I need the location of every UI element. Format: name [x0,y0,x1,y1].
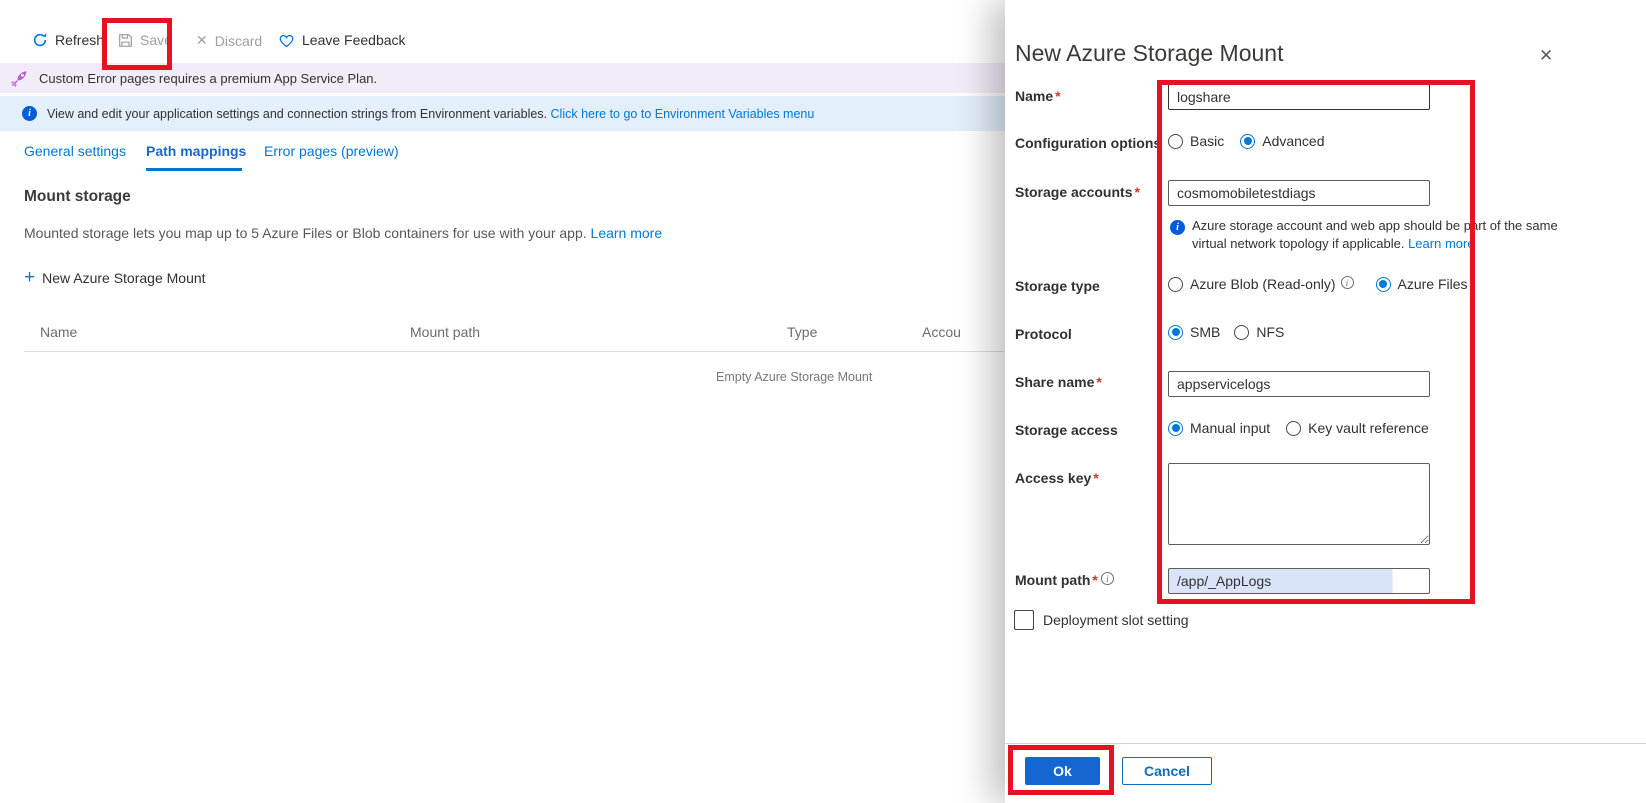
leave-feedback-label: Leave Feedback [302,32,406,48]
azure-blob-info-icon[interactable] [1341,276,1354,289]
configuration-options-label: Configuration options [1015,135,1161,151]
heart-icon [278,33,295,48]
protocol-group: SMB NFS [1168,324,1284,340]
radio-advanced[interactable]: Advanced [1240,133,1324,149]
radio-azure-files[interactable]: Azure Files [1376,276,1468,292]
radio-manual-input[interactable]: Manual input [1168,420,1270,436]
mount-storage-description-text: Mounted storage lets you map up to 5 Azu… [24,225,587,241]
rocket-icon [10,69,29,88]
radio-key-vault-icon [1286,421,1301,436]
discard-icon [196,32,208,49]
new-storage-mount-panel: New Azure Storage Mount Name Configurati… [1005,0,1646,803]
discard-button[interactable]: Discard [196,32,262,49]
radio-azure-files-label: Azure Files [1398,276,1468,292]
refresh-button[interactable]: Refresh [32,32,104,48]
info-icon [22,106,37,121]
cancel-button[interactable]: Cancel [1122,757,1212,785]
radio-nfs-label: NFS [1256,324,1284,340]
premium-banner-text: Custom Error pages requires a premium Ap… [39,71,377,86]
refresh-icon [32,32,48,48]
radio-smb[interactable]: SMB [1168,324,1220,340]
column-header-type: Type [787,324,817,340]
radio-advanced-label: Advanced [1262,133,1324,149]
radio-nfs-icon [1234,325,1249,340]
plus-icon [24,268,35,287]
radio-basic-icon [1168,134,1183,149]
tab-error-pages[interactable]: Error pages (preview) [264,143,399,159]
deployment-slot-checkbox[interactable] [1014,610,1034,630]
storage-type-label: Storage type [1015,278,1100,294]
env-banner-message: View and edit your application settings … [47,107,547,121]
table-header-divider [24,351,1010,352]
access-key-label: Access key [1015,470,1099,486]
radio-azure-blob[interactable]: Azure Blob (Read-only) [1168,276,1354,292]
mount-path-label-row: Mount path [1015,572,1114,588]
protocol-label: Protocol [1015,326,1072,342]
storage-accounts-input[interactable] [1168,180,1430,206]
name-input[interactable] [1168,84,1430,110]
close-icon[interactable] [1539,46,1553,66]
storage-note: Azure storage account and web app should… [1192,217,1574,253]
access-key-textarea[interactable] [1168,463,1430,545]
empty-table-message: Empty Azure Storage Mount [716,370,872,384]
refresh-label: Refresh [55,32,104,48]
tab-path-mappings[interactable]: Path mappings [146,143,246,159]
mount-path-input[interactable] [1168,568,1430,594]
radio-manual-input-label: Manual input [1190,420,1270,436]
save-label: Save [140,32,172,48]
name-label: Name [1015,88,1061,104]
radio-key-vault-label: Key vault reference [1308,420,1429,436]
share-name-label: Share name [1015,374,1102,390]
radio-basic[interactable]: Basic [1168,133,1224,149]
active-tab-underline [146,168,242,171]
configuration-options-group: Basic Advanced [1168,133,1325,149]
radio-key-vault[interactable]: Key vault reference [1286,420,1429,436]
save-icon [118,33,133,48]
premium-banner: Custom Error pages requires a premium Ap… [0,63,1010,93]
radio-basic-label: Basic [1190,133,1224,149]
leave-feedback-button[interactable]: Leave Feedback [278,32,406,48]
radio-azure-blob-icon [1168,277,1183,292]
storage-type-group: Azure Blob (Read-only) Azure Files [1168,276,1468,292]
footer-divider [1005,743,1646,744]
env-banner: View and edit your application settings … [0,96,1010,131]
storage-note-text: Azure storage account and web app should… [1192,218,1558,251]
new-azure-storage-mount-label: New Azure Storage Mount [42,270,205,286]
note-info-icon [1170,220,1185,235]
radio-azure-files-icon [1376,277,1391,292]
new-azure-storage-mount-button[interactable]: New Azure Storage Mount [24,268,206,287]
mount-storage-heading: Mount storage [24,188,131,206]
tab-general-settings[interactable]: General settings [24,143,126,159]
ok-button[interactable]: Ok [1025,757,1100,785]
column-header-account: Accou [922,324,961,340]
radio-nfs[interactable]: NFS [1234,324,1284,340]
radio-azure-blob-label: Azure Blob (Read-only) [1190,276,1336,292]
mount-path-label: Mount path [1015,572,1098,588]
column-header-name: Name [40,324,77,340]
radio-manual-input-icon [1168,421,1183,436]
env-variables-link[interactable]: Click here to go to Environment Variable… [551,107,815,121]
radio-advanced-icon [1240,134,1255,149]
mount-storage-description: Mounted storage lets you map up to 5 Azu… [24,225,724,241]
deployment-slot-label: Deployment slot setting [1043,612,1189,628]
storage-accounts-label: Storage accounts [1015,184,1140,200]
radio-smb-icon [1168,325,1183,340]
env-banner-text: View and edit your application settings … [47,107,814,121]
discard-label: Discard [215,33,262,49]
azure-portal-screen: Refresh Save Discard Leave Feedback Cust… [0,0,1646,803]
storage-access-label: Storage access [1015,422,1118,438]
mount-path-info-icon[interactable] [1101,572,1114,585]
panel-title: New Azure Storage Mount [1015,40,1283,67]
mount-learn-more-link[interactable]: Learn more [591,225,663,241]
column-header-mount-path: Mount path [410,324,480,340]
radio-smb-label: SMB [1190,324,1220,340]
storage-access-group: Manual input Key vault reference [1168,420,1429,436]
save-button[interactable]: Save [118,32,172,48]
share-name-input[interactable] [1168,371,1430,397]
deployment-slot-row: Deployment slot setting [1014,610,1189,630]
note-learn-more-link[interactable]: Learn more [1408,236,1474,251]
